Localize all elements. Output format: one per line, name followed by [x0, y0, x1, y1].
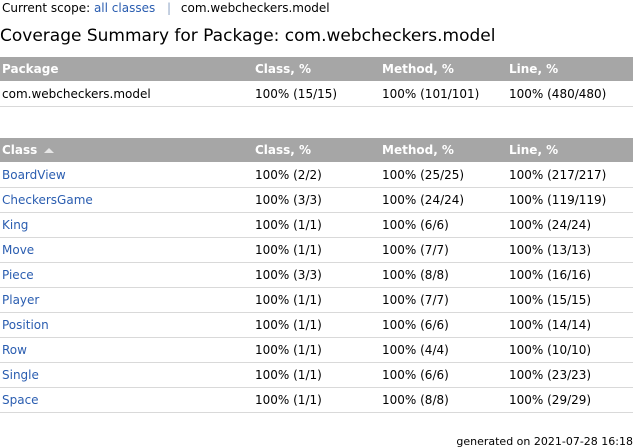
class-column-header-label: Class	[2, 143, 38, 157]
current-package-label: com.webcheckers.model	[180, 1, 330, 15]
line-coverage: 100% (29/29)	[507, 387, 633, 413]
table-row: Move 100% (1/1) 100% (7/7) 100% (13/13)	[0, 237, 633, 263]
sort-ascending-icon[interactable]	[44, 148, 55, 153]
table-row: BoardView 100% (2/2) 100% (25/25) 100% (…	[0, 162, 633, 188]
method-coverage: 100% (6/6)	[380, 362, 507, 388]
line-percent-column-header[interactable]: Line, %	[507, 138, 633, 163]
line-percent-column-header: Line, %	[507, 57, 633, 82]
breadcrumb: Current scope: all classes | com.webchec…	[2, 1, 330, 15]
class-coverage: 100% (1/1)	[253, 212, 380, 238]
class-link[interactable]: Space	[2, 393, 39, 407]
line-coverage: 100% (119/119)	[507, 187, 633, 213]
line-coverage: 100% (10/10)	[507, 337, 633, 363]
table-row: CheckersGame 100% (3/3) 100% (24/24) 100…	[0, 187, 633, 213]
method-percent-column-header: Method, %	[380, 57, 507, 82]
class-link[interactable]: Row	[2, 343, 27, 357]
class-coverage-table: Class Class, % Method, % Line, % BoardVi…	[0, 138, 633, 413]
table-row: Player 100% (1/1) 100% (7/7) 100% (15/15…	[0, 287, 633, 313]
package-name: com.webcheckers.model	[0, 81, 253, 107]
line-coverage: 100% (480/480)	[507, 81, 633, 107]
method-coverage: 100% (7/7)	[380, 287, 507, 313]
class-coverage: 100% (3/3)	[253, 187, 380, 213]
class-coverage: 100% (1/1)	[253, 237, 380, 263]
class-link[interactable]: Single	[2, 368, 39, 382]
class-link[interactable]: CheckersGame	[2, 193, 93, 207]
method-coverage: 100% (6/6)	[380, 212, 507, 238]
line-coverage: 100% (14/14)	[507, 312, 633, 338]
table-row: Single 100% (1/1) 100% (6/6) 100% (23/23…	[0, 362, 633, 388]
class-percent-column-header[interactable]: Class, %	[253, 138, 380, 163]
method-coverage: 100% (4/4)	[380, 337, 507, 363]
all-classes-link[interactable]: all classes	[94, 1, 155, 15]
method-percent-column-header[interactable]: Method, %	[380, 138, 507, 163]
method-coverage: 100% (101/101)	[380, 81, 507, 107]
coverage-page: Current scope: all classes | com.webchec…	[0, 0, 639, 448]
class-coverage: 100% (15/15)	[253, 81, 380, 107]
method-coverage: 100% (7/7)	[380, 237, 507, 263]
class-coverage: 100% (1/1)	[253, 362, 380, 388]
package-summary-table: Package Class, % Method, % Line, % com.w…	[0, 57, 633, 107]
line-coverage: 100% (24/24)	[507, 212, 633, 238]
generated-timestamp: generated on 2021-07-28 16:18	[456, 435, 633, 448]
page-title: Coverage Summary for Package: com.webche…	[0, 26, 496, 46]
method-coverage: 100% (8/8)	[380, 262, 507, 288]
class-link[interactable]: Position	[2, 318, 49, 332]
class-coverage: 100% (1/1)	[253, 337, 380, 363]
class-coverage: 100% (3/3)	[253, 262, 380, 288]
method-coverage: 100% (6/6)	[380, 312, 507, 338]
class-coverage: 100% (1/1)	[253, 287, 380, 313]
package-row: com.webcheckers.model 100% (15/15) 100% …	[0, 81, 633, 107]
class-coverage: 100% (1/1)	[253, 312, 380, 338]
line-coverage: 100% (217/217)	[507, 162, 633, 188]
class-link[interactable]: Move	[2, 243, 34, 257]
class-link[interactable]: King	[2, 218, 28, 232]
class-link[interactable]: BoardView	[2, 168, 66, 182]
method-coverage: 100% (8/8)	[380, 387, 507, 413]
class-link[interactable]: Piece	[2, 268, 34, 282]
table-row: Row 100% (1/1) 100% (4/4) 100% (10/10)	[0, 337, 633, 363]
class-coverage: 100% (1/1)	[253, 387, 380, 413]
class-column-header[interactable]: Class	[0, 138, 253, 163]
table-row: Position 100% (1/1) 100% (6/6) 100% (14/…	[0, 312, 633, 338]
table-row: Piece 100% (3/3) 100% (8/8) 100% (16/16)	[0, 262, 633, 288]
package-header-row: Package Class, % Method, % Line, %	[0, 57, 633, 82]
line-coverage: 100% (16/16)	[507, 262, 633, 288]
table-row: Space 100% (1/1) 100% (8/8) 100% (29/29)	[0, 387, 633, 413]
package-column-header: Package	[0, 57, 253, 82]
class-percent-column-header: Class, %	[253, 57, 380, 82]
class-header-row: Class Class, % Method, % Line, %	[0, 138, 633, 163]
line-coverage: 100% (13/13)	[507, 237, 633, 263]
line-coverage: 100% (15/15)	[507, 287, 633, 313]
scope-label: Current scope:	[2, 1, 91, 15]
method-coverage: 100% (24/24)	[380, 187, 507, 213]
table-row: King 100% (1/1) 100% (6/6) 100% (24/24)	[0, 212, 633, 238]
class-coverage: 100% (2/2)	[253, 162, 380, 188]
line-coverage: 100% (23/23)	[507, 362, 633, 388]
breadcrumb-separator: |	[167, 1, 172, 15]
class-link[interactable]: Player	[2, 293, 39, 307]
method-coverage: 100% (25/25)	[380, 162, 507, 188]
